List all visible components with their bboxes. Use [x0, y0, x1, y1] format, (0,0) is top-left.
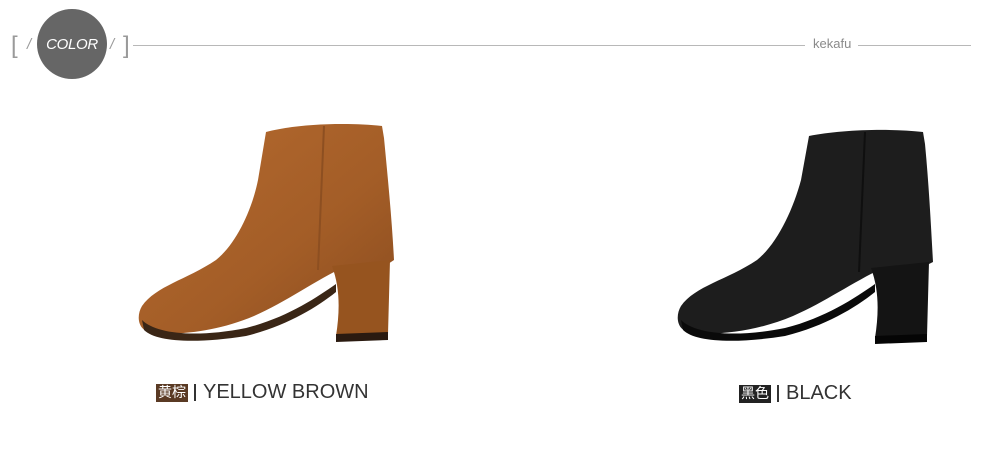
right-slash: / [110, 36, 115, 53]
ankle-boot-icon [138, 124, 394, 342]
color-name: YELLOW BROWN [203, 381, 369, 403]
caption-separator [777, 385, 779, 402]
left-slash: / [27, 36, 32, 53]
color-tag-cn: 黑色 [739, 384, 771, 403]
black-boot-image [677, 129, 933, 344]
color-section: [ / COLOR / ] kekafu 黄棕 YELLOW BROWN 黑色 … [0, 0, 990, 475]
ankle-boot-icon [677, 129, 933, 344]
caption-yellow-brown: 黄棕 YELLOW BROWN [156, 381, 369, 404]
caption-black: 黑色 BLACK [739, 382, 852, 405]
header-rule-left [133, 45, 805, 46]
header-rule-right [858, 45, 971, 46]
color-tag-cn: 黄棕 [156, 383, 188, 402]
color-name: BLACK [786, 382, 852, 404]
left-bracket: [ [11, 32, 18, 59]
brand-name: kekafu [813, 36, 852, 51]
caption-separator [194, 384, 196, 401]
section-label: COLOR [46, 35, 98, 53]
yellow-brown-boot-image [138, 124, 394, 342]
color-badge: COLOR [37, 9, 107, 79]
right-bracket: ] [123, 32, 130, 59]
